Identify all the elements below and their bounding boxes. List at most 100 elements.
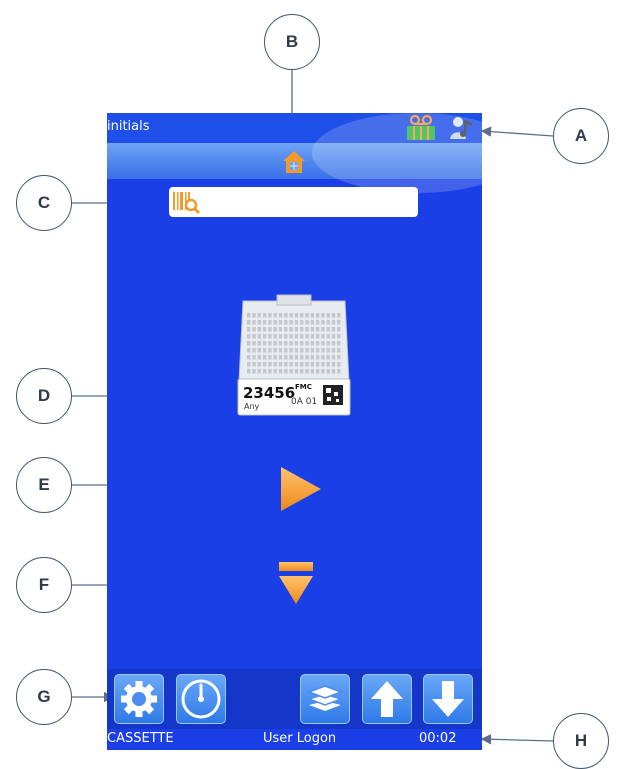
cassette-slot [310, 313, 314, 318]
home-icon[interactable] [281, 149, 307, 175]
cassette-slot [321, 320, 325, 325]
cassette-slot [315, 355, 320, 360]
cassette-slot [321, 341, 325, 346]
cassette-slot [321, 369, 325, 374]
status-user-logon[interactable]: User Logon [263, 731, 336, 746]
cassette-slot [326, 341, 330, 346]
cassette-slot [310, 355, 314, 360]
cassette-slot [278, 341, 283, 346]
cassette-slot [321, 355, 325, 360]
cassette-slot [337, 341, 341, 346]
cassette-slot [278, 320, 283, 325]
settings-button[interactable] [114, 674, 164, 724]
gauge-button[interactable] [176, 674, 226, 724]
cassette-slot [315, 320, 320, 325]
cassette-slot [262, 369, 267, 374]
cassette-slot [252, 334, 256, 339]
scroll-up-button[interactable] [362, 674, 412, 724]
eject-icon[interactable] [277, 560, 315, 606]
cassette-slot [262, 334, 267, 339]
cassette-slot [337, 355, 341, 360]
cassette-slot [294, 362, 299, 367]
cassette-slot [257, 362, 261, 367]
cassette-slot [310, 334, 314, 339]
cassette-slot [278, 369, 283, 374]
cassette-slot [257, 341, 261, 346]
cassette-slot [247, 348, 251, 353]
cassette-slot [252, 320, 256, 325]
cassette-slot [331, 362, 336, 367]
cassette-slot [305, 369, 309, 374]
cassette-slot [300, 313, 304, 318]
cassette-slot [252, 355, 256, 360]
cassette-slot [305, 313, 309, 318]
cassette-slot [326, 348, 330, 353]
arrow-up-icon [371, 681, 403, 717]
leader-a [480, 126, 554, 137]
cassette-slot [262, 348, 267, 353]
cassette-label-code: 0A 01 [291, 397, 318, 407]
cassette-slot [305, 327, 309, 332]
scroll-down-button[interactable] [423, 674, 473, 724]
callout-a: A [553, 108, 609, 164]
cassette-slot [247, 313, 251, 318]
cassette-slot [326, 320, 330, 325]
layers-button[interactable] [300, 674, 350, 724]
cassette-slot [273, 355, 277, 360]
cassette-slot [321, 362, 325, 367]
cassette-slot [252, 348, 256, 353]
cassette-slot [310, 320, 314, 325]
cassette-slot [273, 313, 277, 318]
cassette-slot [273, 334, 277, 339]
cassette-slot [247, 369, 251, 374]
barcode-search-field[interactable] [169, 187, 418, 217]
cassette-slot [262, 320, 267, 325]
cassette-slot [284, 362, 288, 367]
cassette-icon[interactable]: 23456 FMC Any 0A 01 [237, 293, 351, 418]
cassette-slot [331, 327, 336, 332]
play-arrow-icon[interactable] [277, 465, 323, 513]
cassette-slot [247, 341, 251, 346]
cassette-slot [300, 355, 304, 360]
status-mode: CASSETTE [107, 731, 174, 746]
footer-toolbar [107, 669, 482, 729]
cassette-slot [268, 313, 272, 318]
cassette-slot [262, 327, 267, 332]
cassette-slot [257, 355, 261, 360]
cassette-slot [252, 341, 256, 346]
cassette-slot [273, 327, 277, 332]
barcode-search-input[interactable] [205, 191, 414, 215]
cassette-slot [284, 341, 288, 346]
cassette-slot [337, 320, 341, 325]
status-time: 00:02 [419, 731, 457, 746]
cassette-slot [278, 362, 283, 367]
cassette-slot [247, 320, 251, 325]
cassette-slot [337, 348, 341, 353]
cassette-slot [300, 334, 304, 339]
cassette-slot [337, 362, 341, 367]
cassette-slot [247, 362, 251, 367]
cassette-slot [252, 369, 256, 374]
arrow-down-icon [432, 681, 464, 717]
cassette-slot [310, 341, 314, 346]
settings-gear-icon [121, 681, 157, 717]
cassette-slot [300, 362, 304, 367]
cassette-slot [321, 327, 325, 332]
cassette-slot [305, 334, 309, 339]
cassette-slot [294, 320, 299, 325]
cassette-slot [315, 362, 320, 367]
callout-d: D [16, 368, 72, 424]
cassette-slot [331, 320, 336, 325]
cassette-slot [289, 355, 293, 360]
cassette-slot [321, 313, 325, 318]
cassette-slot [300, 369, 304, 374]
cassette-slot [326, 355, 330, 360]
cassette-slot [310, 369, 314, 374]
cassette-slot [252, 362, 256, 367]
cassette-slot [247, 327, 251, 332]
cassette-slot [337, 327, 341, 332]
cassette-slot [273, 348, 277, 353]
cassette-slot [257, 327, 261, 332]
cassette-slot [257, 334, 261, 339]
cassette-slot [273, 362, 277, 367]
